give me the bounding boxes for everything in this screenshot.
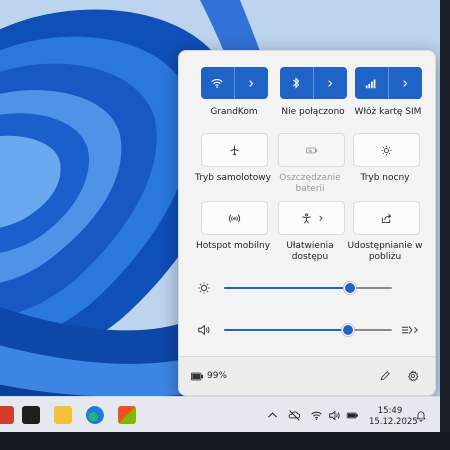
volume-slider-row — [197, 320, 419, 340]
night-light-icon — [381, 145, 392, 155]
nearby-sharing-label: Udostępnianie w pobliżu — [347, 241, 423, 262]
speaker-icon[interactable] — [197, 323, 211, 337]
bluetooth-label: Nie połączono — [281, 107, 345, 117]
wifi-icon[interactable] — [201, 67, 235, 99]
nearby-sharing-toggle[interactable] — [353, 201, 420, 235]
airplane-mode-toggle[interactable] — [201, 133, 268, 167]
bluetooth-toggle[interactable]: › — [280, 67, 347, 99]
clock-time: 15:49 — [377, 406, 403, 416]
volume-slider-fill — [224, 329, 349, 331]
wifi-label: GrandKom — [210, 107, 258, 117]
accessibility-toggle[interactable]: › — [278, 201, 345, 235]
tray-volume-icon[interactable] — [328, 409, 341, 422]
tray-battery-icon[interactable] — [346, 409, 359, 422]
cellular-expand-chevron-icon[interactable]: › — [388, 67, 422, 99]
mobile-hotspot-label: Hotspot mobilny — [195, 241, 271, 251]
audio-output-icon[interactable] — [401, 323, 419, 337]
accessibility-chevron-icon: › — [318, 211, 324, 225]
battery-saver-label: Oszczędzanie baterii — [279, 173, 341, 194]
hotspot-icon — [228, 214, 241, 222]
clock-date: 15.12.2025 — [369, 417, 418, 427]
brightness-icon — [198, 282, 210, 294]
battery-charging-icon — [191, 372, 203, 380]
airplane-mode-label: Tryb samolotowy — [195, 173, 271, 183]
pencil-icon[interactable] — [379, 370, 391, 382]
gear-icon[interactable] — [407, 370, 419, 382]
monitor-bezel-right — [440, 0, 450, 450]
taskbar-clock[interactable]: 15:49 15.12.2025 — [369, 406, 418, 428]
quick-settings-footer: 99% — [179, 356, 435, 395]
file-explorer-icon[interactable] — [54, 406, 72, 424]
taskbar-app-red-icon[interactable] — [0, 406, 14, 424]
volume-slider-thumb[interactable] — [342, 324, 355, 336]
share-icon — [381, 213, 392, 223]
edge-browser-icon[interactable] — [86, 406, 104, 424]
monitor-bezel-bottom — [0, 432, 450, 450]
quick-settings-panel: › GrandKom › Nie połączono › Włóż kartę … — [178, 50, 436, 396]
mobile-hotspot-toggle[interactable] — [201, 201, 268, 235]
microsoft-store-icon[interactable] — [118, 406, 136, 424]
brightness-slider-track[interactable] — [224, 282, 392, 294]
bluetooth-expand-chevron-icon[interactable]: › — [313, 67, 347, 99]
accessibility-icon — [301, 212, 311, 224]
volume-slider-track[interactable] — [224, 324, 392, 336]
cellular-label: Włóż kartę SIM — [354, 107, 422, 117]
wifi-expand-chevron-icon[interactable]: › — [234, 67, 268, 99]
airplane-icon — [230, 145, 239, 155]
notification-bell-icon[interactable] — [415, 409, 427, 422]
taskbar-app-terminal-icon[interactable] — [22, 406, 40, 424]
brightness-slider-row — [197, 278, 419, 298]
chevron-up-icon[interactable] — [266, 409, 279, 422]
bluetooth-icon[interactable] — [280, 67, 314, 99]
brightness-slider-fill — [224, 287, 350, 289]
taskbar: 15:49 15.12.2025 — [0, 396, 440, 432]
cellular-toggle[interactable]: › — [355, 67, 422, 99]
night-light-label: Tryb nocny — [360, 173, 410, 183]
battery-status[interactable]: 99% — [191, 371, 227, 381]
wifi-toggle[interactable]: › — [201, 67, 268, 99]
night-light-toggle[interactable] — [353, 133, 420, 167]
desktop-screen: › GrandKom › Nie połączono › Włóż kartę … — [0, 0, 440, 432]
accessibility-label: Ułatwienia dostępu — [286, 241, 334, 262]
tray-wifi-icon[interactable] — [310, 409, 323, 422]
onedrive-offline-icon[interactable] — [288, 409, 301, 422]
cellular-icon[interactable] — [355, 67, 389, 99]
quick-settings-body: › GrandKom › Nie połączono › Włóż kartę … — [179, 51, 435, 356]
brightness-slider-thumb[interactable] — [344, 282, 356, 294]
battery-saver-icon — [306, 147, 318, 153]
battery-percentage: 99% — [207, 371, 228, 381]
battery-saver-toggle[interactable] — [278, 133, 345, 167]
